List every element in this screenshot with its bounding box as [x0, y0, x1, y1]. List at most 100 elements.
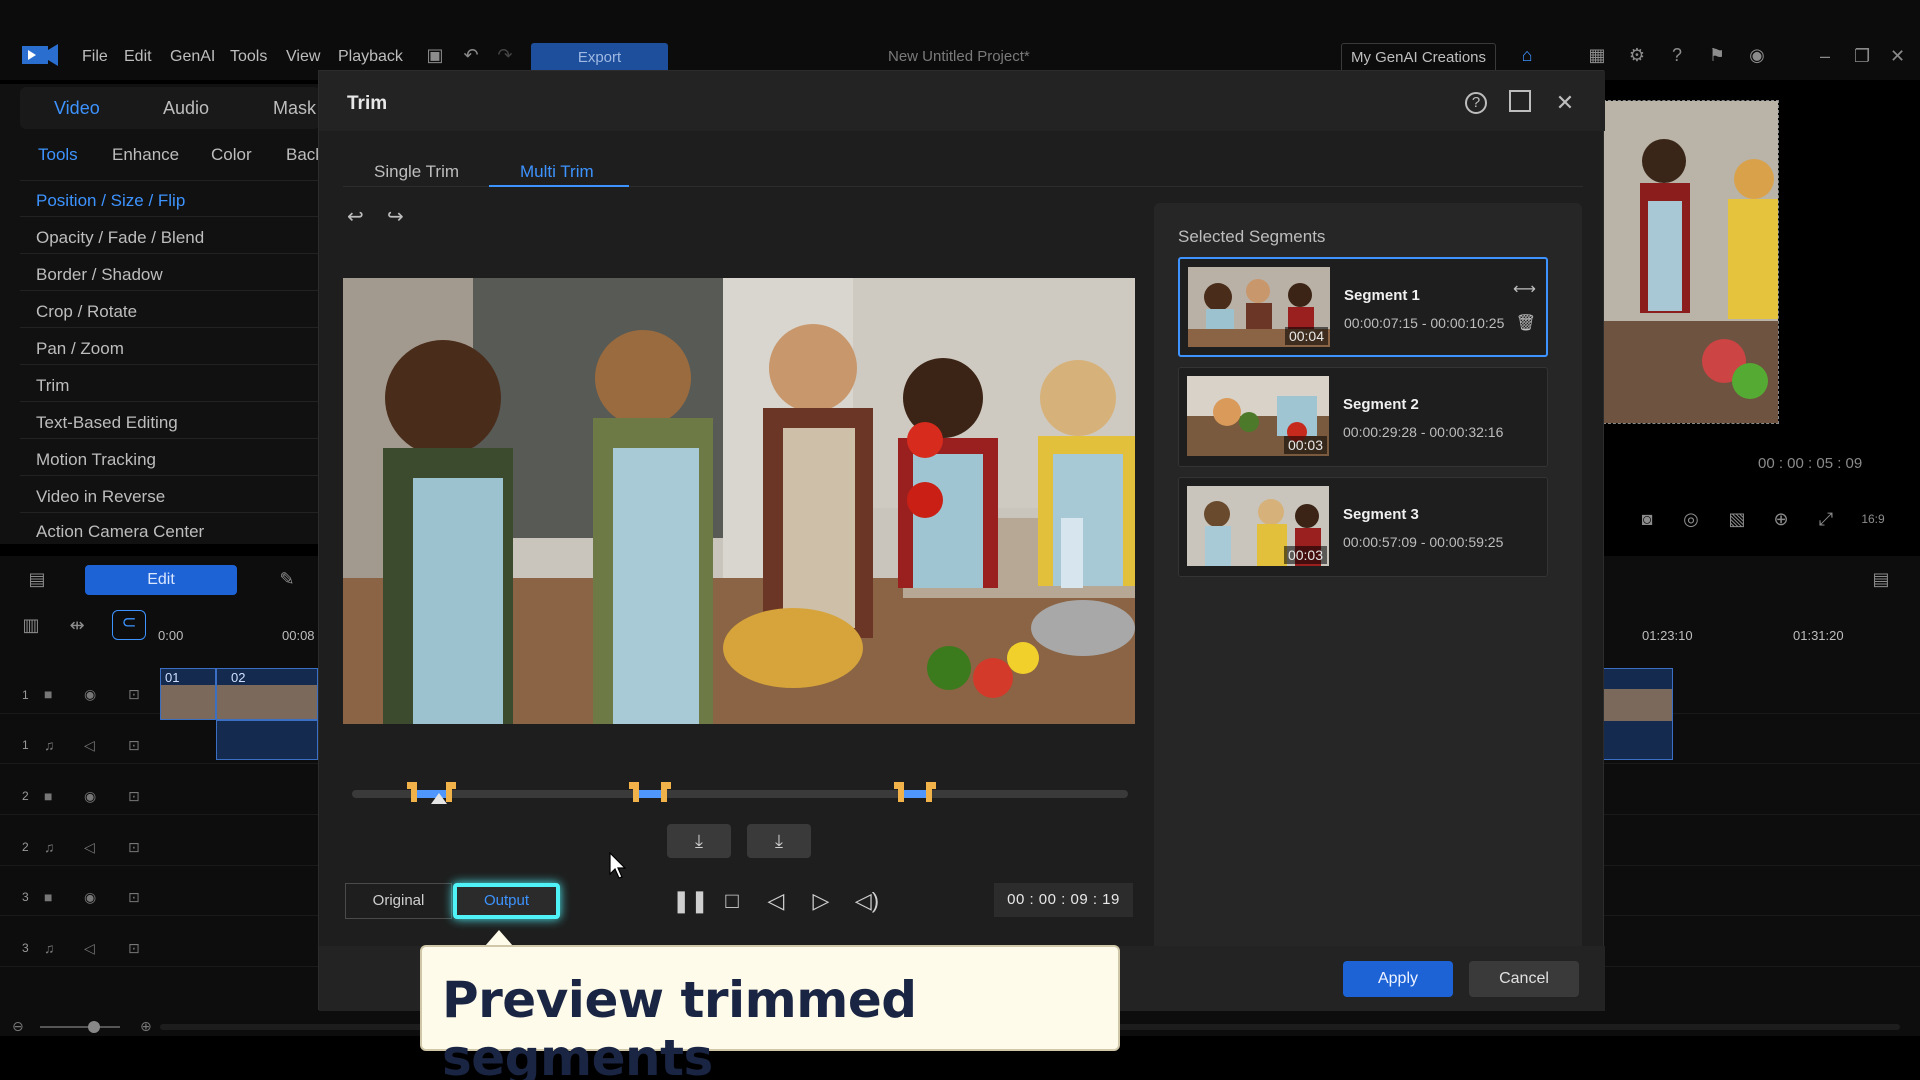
- fit-segment-icon[interactable]: ⟷: [1513, 279, 1536, 299]
- stop-icon[interactable]: □: [718, 888, 746, 914]
- snapshot-icon[interactable]: ▧: [1726, 508, 1748, 530]
- lock-icon[interactable]: ⊡: [128, 940, 140, 957]
- subtab-color[interactable]: Color: [211, 145, 252, 165]
- mark-out-button[interactable]: ⤓: [747, 824, 811, 858]
- undo-icon[interactable]: ↩: [347, 204, 364, 229]
- trash-icon[interactable]: 🗑: [1516, 313, 1536, 333]
- zoom-out-icon[interactable]: ⊖: [12, 1018, 24, 1035]
- divider: [20, 290, 318, 291]
- next-frame-icon[interactable]: ▷: [807, 888, 835, 914]
- subtab-tools[interactable]: Tools: [38, 145, 78, 165]
- tool-pan-zoom[interactable]: Pan / Zoom: [36, 339, 124, 359]
- help-icon[interactable]: ?: [1465, 92, 1487, 114]
- lock-icon[interactable]: ⊡: [128, 737, 140, 754]
- zoom-slider-handle[interactable]: [88, 1021, 100, 1033]
- original-button[interactable]: Original: [345, 883, 452, 919]
- segment-card[interactable]: 00:04 Segment 1 00:00:07:15 - 00:00:10:2…: [1178, 257, 1548, 357]
- eye-icon[interactable]: ◉: [84, 788, 96, 805]
- lock-icon[interactable]: ⊡: [128, 889, 140, 906]
- help-icon[interactable]: ?: [1666, 44, 1688, 66]
- timeline-clip[interactable]: 02: [216, 668, 318, 720]
- volume-icon[interactable]: ◁): [853, 888, 881, 914]
- menu-genai[interactable]: GenAI: [170, 48, 215, 66]
- pen-icon[interactable]: ✎: [276, 568, 298, 590]
- tool-opacity[interactable]: Opacity / Fade / Blend: [36, 228, 204, 248]
- export-button[interactable]: Export: [531, 43, 668, 73]
- speaker-icon[interactable]: ◁: [84, 737, 95, 754]
- previous-frame-icon[interactable]: ◁: [762, 888, 790, 914]
- save-icon[interactable]: ▣: [424, 44, 446, 66]
- tool-motion-tracking[interactable]: Motion Tracking: [36, 450, 156, 470]
- tool-action-camera-center[interactable]: Action Camera Center: [36, 522, 204, 538]
- aspect-ratio-icon[interactable]: 16:9: [1858, 508, 1888, 530]
- audio-clip[interactable]: [216, 720, 318, 760]
- divider: [20, 364, 318, 365]
- cancel-button[interactable]: Cancel: [1469, 961, 1579, 997]
- timeline-clip[interactable]: 01: [160, 668, 216, 720]
- apply-button[interactable]: Apply: [1343, 961, 1453, 997]
- menu-edit[interactable]: Edit: [124, 48, 152, 66]
- minimize-icon[interactable]: –: [1820, 46, 1830, 67]
- tool-crop-rotate[interactable]: Crop / Rotate: [36, 302, 137, 322]
- output-button[interactable]: Output: [453, 883, 560, 919]
- speaker-icon[interactable]: ◁: [84, 940, 95, 957]
- tab-mask[interactable]: Mask: [273, 98, 316, 119]
- track-number: 3: [22, 890, 29, 904]
- account-icon[interactable]: ◉: [1746, 44, 1768, 66]
- clip-label: 01: [165, 670, 180, 685]
- redo-icon[interactable]: ↪: [387, 204, 404, 229]
- zoom-slider[interactable]: [40, 1026, 120, 1028]
- timeline-clip[interactable]: [1603, 668, 1673, 760]
- close-window-icon[interactable]: ✕: [1890, 46, 1905, 67]
- pause-icon[interactable]: ❚❚: [672, 888, 709, 914]
- edit-button[interactable]: Edit: [85, 565, 237, 595]
- ruler-label: 01:23:10: [1642, 628, 1693, 643]
- restore-icon[interactable]: ❐: [1854, 46, 1870, 67]
- redo-icon[interactable]: ↷: [494, 44, 516, 66]
- tab-audio[interactable]: Audio: [163, 98, 209, 119]
- timeline-view-icon[interactable]: ▤: [26, 568, 48, 590]
- segment-card[interactable]: 00:03 Segment 3 00:00:57:09 - 00:00:59:2…: [1178, 477, 1548, 577]
- lock-icon[interactable]: ⊡: [128, 686, 140, 703]
- menu-file[interactable]: File: [82, 48, 108, 66]
- playhead[interactable]: [431, 793, 447, 804]
- lock-icon[interactable]: ⊡: [128, 788, 140, 805]
- tool-text-based-editing[interactable]: Text-Based Editing: [36, 413, 178, 433]
- maximize-icon[interactable]: [1509, 90, 1531, 112]
- menu-playback[interactable]: Playback: [338, 48, 403, 66]
- menu-view[interactable]: View: [286, 48, 320, 66]
- quality-icon[interactable]: ◎: [1680, 508, 1702, 530]
- track-manager-icon[interactable]: ▥: [20, 614, 42, 636]
- zoom-in-icon[interactable]: ⊕: [140, 1018, 152, 1035]
- tab-single-trim[interactable]: Single Trim: [374, 162, 459, 182]
- my-genai-creations-button[interactable]: My GenAI Creations: [1341, 43, 1496, 73]
- tab-multi-trim[interactable]: Multi Trim: [520, 162, 594, 182]
- fit-icon[interactable]: ⇹: [66, 614, 88, 636]
- tool-trim[interactable]: Trim: [36, 376, 69, 396]
- fullscreen-icon[interactable]: ⤢: [1815, 508, 1837, 530]
- link-icon[interactable]: ⊂: [112, 610, 146, 640]
- subtab-enhance[interactable]: Enhance: [112, 145, 179, 165]
- subtitle-icon[interactable]: ▤: [1870, 568, 1892, 590]
- menu-tools[interactable]: Tools: [230, 48, 267, 66]
- zoom-icon[interactable]: ⊕: [1770, 508, 1792, 530]
- eye-icon[interactable]: ◉: [84, 686, 96, 703]
- tab-video[interactable]: Video: [54, 98, 100, 119]
- speaker-icon[interactable]: ◁: [84, 839, 95, 856]
- layout-icon[interactable]: ▦: [1586, 44, 1608, 66]
- gear-icon[interactable]: ⚙: [1626, 44, 1648, 66]
- undo-icon[interactable]: ↶: [460, 44, 482, 66]
- scrub-bar[interactable]: [352, 790, 1128, 798]
- segment-range: 00:00:57:09 - 00:00:59:25: [1343, 534, 1504, 550]
- tool-position-size-flip[interactable]: Position / Size / Flip: [36, 191, 185, 211]
- eye-icon[interactable]: ◉: [84, 889, 96, 906]
- close-icon[interactable]: ✕: [1551, 89, 1579, 117]
- lock-icon[interactable]: ⊡: [128, 839, 140, 856]
- feedback-icon[interactable]: ⚑: [1706, 44, 1728, 66]
- tool-border-shadow[interactable]: Border / Shadow: [36, 265, 163, 285]
- camera-icon[interactable]: ◙: [1636, 508, 1658, 530]
- mark-in-button[interactable]: ⤓: [667, 824, 731, 858]
- segment-card[interactable]: 00:03 Segment 2 00:00:29:28 - 00:00:32:1…: [1178, 367, 1548, 467]
- ai-assistant-icon[interactable]: ⌂: [1516, 44, 1538, 66]
- tool-video-in-reverse[interactable]: Video in Reverse: [36, 487, 165, 507]
